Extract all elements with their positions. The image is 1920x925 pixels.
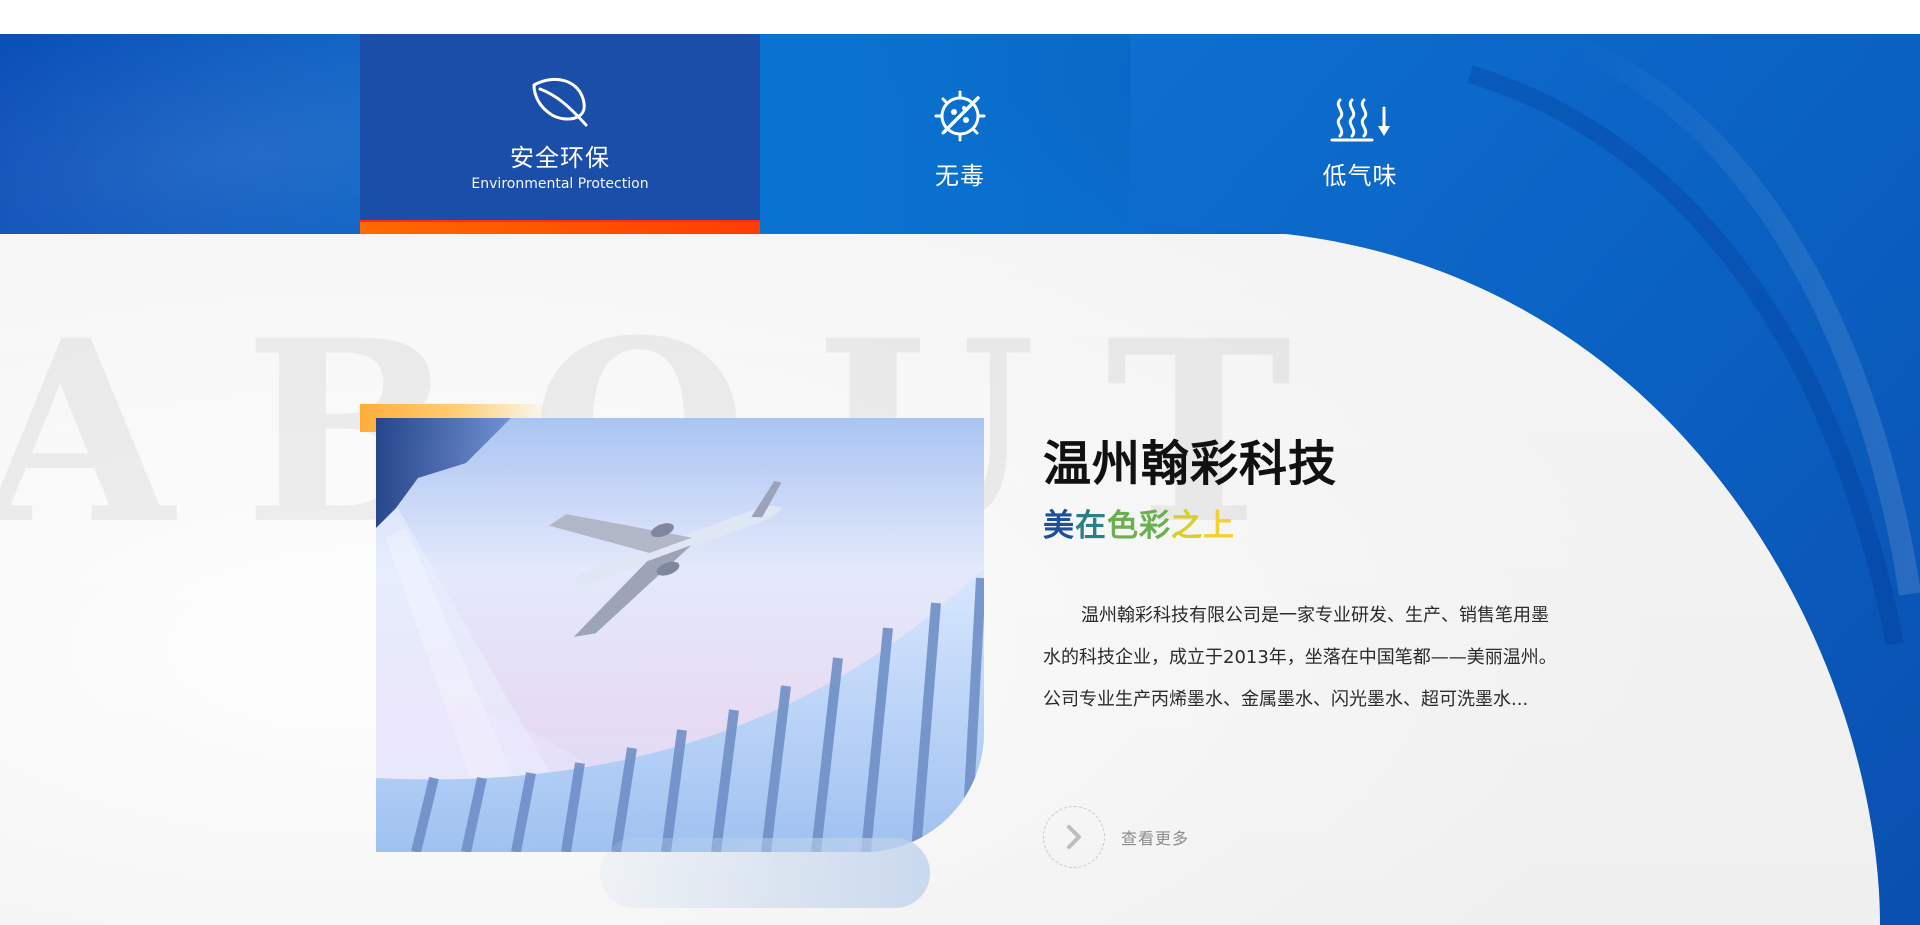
- airplane-scene: [376, 418, 984, 852]
- page: 安全环保 Environmental Protection 无毒 低气味 温州翰…: [0, 0, 1920, 925]
- tab-sublabel: Environmental Protection: [471, 176, 649, 192]
- company-title: 温州翰彩科技: [1043, 436, 1338, 492]
- description-text: 温州翰彩科技有限公司是一家专业研发、生产、销售笔用墨水的科技企业，成立于2013…: [1043, 605, 1557, 710]
- decorative-blob: [600, 838, 930, 908]
- leaf-icon: [524, 69, 596, 129]
- about-photo-airplane: [376, 418, 984, 852]
- tab-low-odor[interactable]: 低气味: [1160, 34, 1560, 234]
- company-slogan-text: 美在色彩之上: [1043, 509, 1235, 543]
- slogan-char: 在: [1075, 507, 1107, 544]
- about-header: 温州翰彩科技 美在色彩之上: [1043, 438, 1563, 543]
- feature-tabs: 安全环保 Environmental Protection 无毒 低气味: [360, 34, 1560, 234]
- slogan-char: 上: [1203, 507, 1235, 544]
- low-odor-icon: [1324, 86, 1396, 146]
- view-more-button[interactable]: 查看更多: [1043, 806, 1189, 868]
- tab-label: 低气味: [1322, 162, 1398, 190]
- view-more-circle[interactable]: [1043, 806, 1105, 868]
- view-more-label[interactable]: 查看更多: [1121, 825, 1189, 849]
- chevron-right-icon: [1067, 825, 1081, 849]
- tab-label: 安全环保: [510, 144, 610, 172]
- tab-non-toxic[interactable]: 无毒: [760, 34, 1160, 234]
- slogan-char: 之: [1171, 507, 1203, 544]
- tab-safety-environmental[interactable]: 安全环保 Environmental Protection: [360, 34, 760, 234]
- slogan-char: 彩: [1139, 507, 1171, 544]
- slogan-char: 色: [1107, 507, 1139, 544]
- tab-label: 无毒: [935, 162, 985, 190]
- company-slogan: 美在色彩之上: [1043, 509, 1563, 543]
- virus-free-icon: [924, 86, 996, 146]
- top-white-strip: [0, 0, 1920, 34]
- company-description: 温州翰彩科技有限公司是一家专业研发、生产、销售笔用墨水的科技企业，成立于2013…: [1043, 595, 1563, 721]
- slogan-char: 美: [1043, 507, 1075, 544]
